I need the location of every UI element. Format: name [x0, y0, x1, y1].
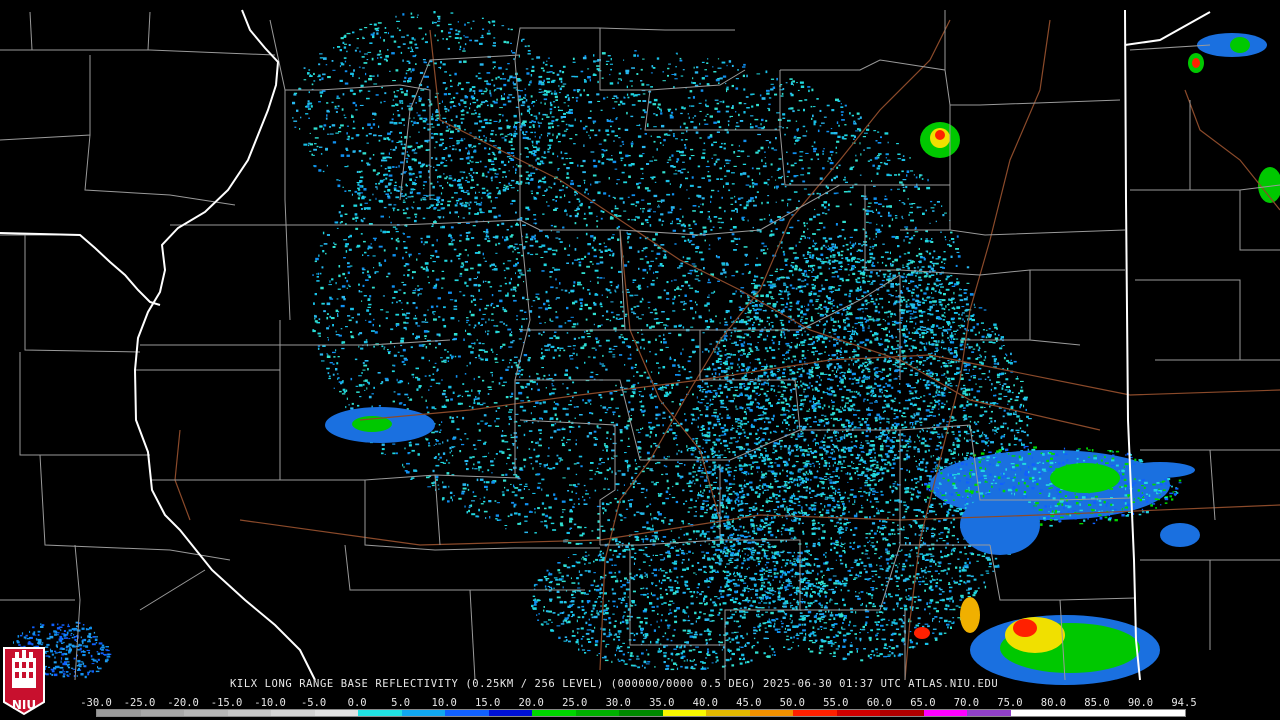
scale-tick-label: 35.0 — [649, 697, 674, 709]
scale-tick-label: 20.0 — [519, 697, 544, 709]
scale-color-segment — [97, 710, 141, 716]
scale-color-segment — [793, 710, 837, 716]
scale-color-segment — [140, 710, 185, 716]
scale-color-segment — [271, 710, 315, 716]
scale-tick-label: 15.0 — [475, 697, 500, 709]
scale-color-segment — [314, 710, 359, 716]
scale-color-segment — [1054, 710, 1098, 716]
scale-color-segment — [967, 710, 1011, 716]
scale-color-segment — [575, 710, 620, 716]
scale-tick-label: -5.0 — [301, 697, 326, 709]
scale-tick-label: -10.0 — [254, 697, 286, 709]
scale-tick-label: 94.5 — [1171, 697, 1196, 709]
scale-color-segment — [923, 710, 968, 716]
scale-tick-label: 85.0 — [1084, 697, 1109, 709]
scale-tick-label: 45.0 — [736, 697, 761, 709]
scale-tick-label: 55.0 — [823, 697, 848, 709]
scale-tick-label: 10.0 — [432, 697, 457, 709]
scale-color-segment — [184, 710, 228, 716]
niu-logo: NIU — [2, 644, 46, 716]
scale-tick-label: 65.0 — [910, 697, 935, 709]
scale-tick-label: -30.0 — [80, 697, 112, 709]
scale-color-segment — [532, 710, 576, 716]
color-scale-labels: -30.0 -25.0 -20.0 -15.0 -10.0 -5.0 0.0 5.0 10.0 1… — [80, 697, 1196, 709]
scale-color-segment — [880, 710, 924, 716]
scale-color-segment — [401, 710, 446, 716]
scale-tick-label: 30.0 — [606, 697, 631, 709]
scale-color-segment — [836, 710, 881, 716]
scale-tick-label: 75.0 — [997, 697, 1022, 709]
radar-map — [0, 0, 1280, 720]
scale-tick-label: 25.0 — [562, 697, 587, 709]
scale-color-segment — [1097, 710, 1142, 716]
scale-color-segment — [358, 710, 402, 716]
scale-color-segment — [1010, 710, 1055, 716]
scale-color-segment — [488, 710, 533, 716]
scale-color-segment — [749, 710, 794, 716]
scale-color-segment — [619, 710, 663, 716]
logo-text: NIU — [2, 698, 46, 712]
scale-tick-label: 80.0 — [1041, 697, 1066, 709]
scale-tick-label: 70.0 — [954, 697, 979, 709]
scale-color-segment — [445, 710, 489, 716]
scale-color-segment — [227, 710, 272, 716]
scale-tick-label: -15.0 — [211, 697, 243, 709]
scale-color-segment — [706, 710, 750, 716]
scale-tick-label: -20.0 — [167, 697, 199, 709]
scale-tick-label: 60.0 — [867, 697, 892, 709]
scale-color-segment — [662, 710, 707, 716]
scale-tick-label: 50.0 — [780, 697, 805, 709]
scale-tick-label: -25.0 — [124, 697, 156, 709]
scale-tick-label: 5.0 — [391, 697, 410, 709]
scale-tick-label: 0.0 — [348, 697, 367, 709]
color-scale-bar — [96, 709, 1186, 717]
product-caption: KILX LONG RANGE BASE REFLECTIVITY (0.25K… — [230, 678, 998, 690]
scale-color-segment — [1141, 710, 1185, 716]
scale-tick-label: 90.0 — [1128, 697, 1153, 709]
scale-tick-label: 40.0 — [693, 697, 718, 709]
